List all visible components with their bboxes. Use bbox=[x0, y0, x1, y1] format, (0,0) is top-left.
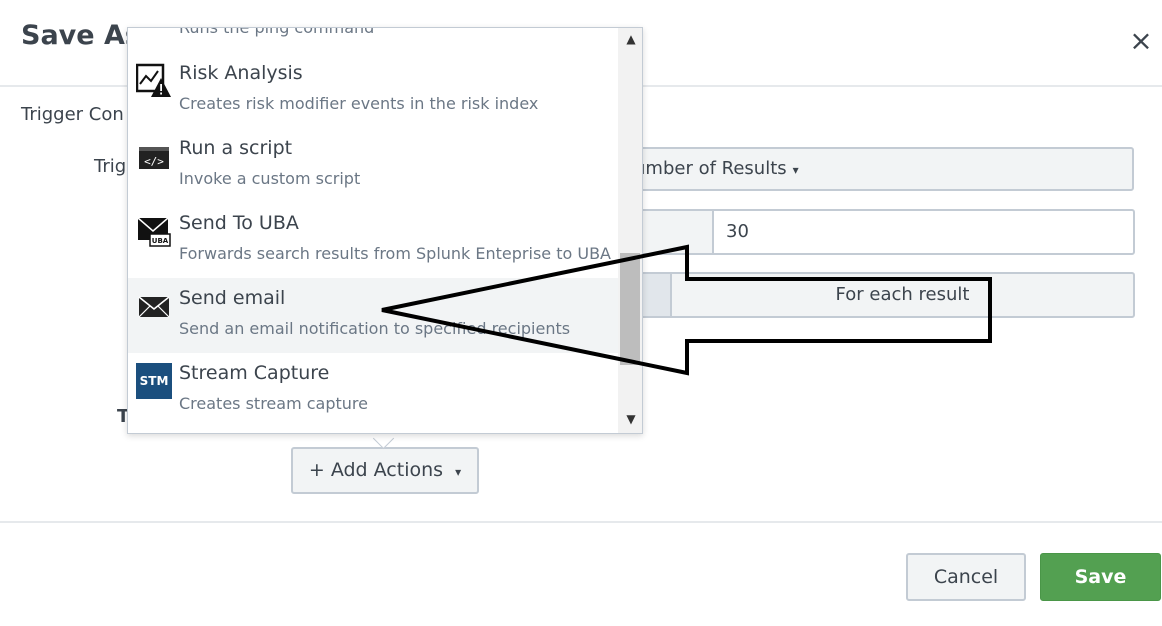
menu-item-title: Send email bbox=[179, 287, 286, 309]
scrollbar-thumb[interactable] bbox=[620, 253, 640, 365]
menu-item-title: Risk Analysis bbox=[179, 62, 303, 84]
uba-mail-icon: UBA bbox=[136, 212, 172, 248]
menu-item-desc: Send an email notification to specified … bbox=[179, 319, 571, 338]
trigger-label: Trig bbox=[94, 156, 127, 177]
add-actions-label: + Add Actions bbox=[308, 459, 444, 481]
menu-item-send-to-uba[interactable]: UBA Send To UBA Forwards search results … bbox=[128, 203, 618, 278]
scroll-down-icon[interactable]: ▼ bbox=[618, 412, 642, 430]
menu-item-run-script[interactable]: </> Run a script Invoke a custom script bbox=[128, 128, 618, 203]
actions-dropdown-menu: Runs the ping command Risk Analysis Crea… bbox=[127, 27, 643, 434]
save-button[interactable]: Save bbox=[1040, 553, 1161, 601]
modal-title: Save As bbox=[21, 20, 141, 51]
menu-item-stream-capture[interactable]: STM Stream Capture Creates stream captur… bbox=[128, 353, 618, 428]
risk-analysis-icon bbox=[135, 62, 172, 98]
trigger-condition-value: umber of Results bbox=[634, 158, 787, 179]
menu-item-send-email[interactable]: Send email Send an email notification to… bbox=[128, 278, 618, 353]
stm-icon: STM bbox=[136, 363, 172, 399]
close-icon[interactable]: × bbox=[1126, 26, 1156, 56]
menu-item-desc: Creates stream capture bbox=[179, 394, 368, 413]
envelope-icon bbox=[136, 287, 172, 323]
svg-text:UBA: UBA bbox=[152, 237, 169, 245]
trigger-for-each-result-option[interactable]: For each result bbox=[670, 272, 1135, 318]
svg-text:</>: </> bbox=[144, 155, 164, 168]
menu-item-risk-analysis[interactable]: Risk Analysis Creates risk modifier even… bbox=[128, 53, 618, 128]
dropdown-scrollbar[interactable]: ▲ ▼ bbox=[618, 28, 642, 433]
trigger-conditions-label: Trigger Con bbox=[21, 104, 124, 125]
menu-item-desc: Creates risk modifier events in the risk… bbox=[179, 94, 539, 113]
scroll-up-icon[interactable]: ▲ bbox=[618, 32, 642, 50]
chevron-down-icon: ▾ bbox=[455, 465, 462, 479]
menu-item-title: Send To UBA bbox=[179, 212, 299, 234]
menu-item-desc: Invoke a custom script bbox=[179, 169, 361, 188]
threshold-input[interactable]: 30 bbox=[712, 209, 1135, 255]
menu-item-desc: Forwards search results from Splunk Ente… bbox=[179, 244, 611, 263]
menu-item-title: Run a script bbox=[179, 137, 293, 159]
footer-divider bbox=[0, 521, 1162, 523]
trigger-condition-select[interactable]: umber of Results ▾ bbox=[600, 147, 1134, 191]
ping-action-desc: Runs the ping command bbox=[179, 27, 375, 37]
cancel-button[interactable]: Cancel bbox=[906, 553, 1026, 601]
chevron-down-icon: ▾ bbox=[792, 163, 799, 177]
menu-item-title: Stream Capture bbox=[179, 362, 330, 384]
script-icon: </> bbox=[136, 137, 172, 173]
add-actions-button[interactable]: + Add Actions ▾ bbox=[291, 447, 479, 494]
